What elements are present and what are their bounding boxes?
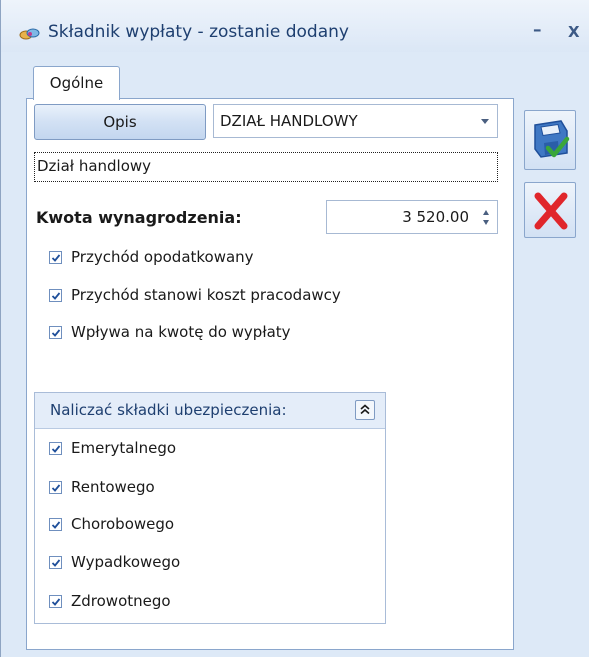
red-x-icon bbox=[534, 192, 568, 230]
amount-input[interactable]: 3 520.00 bbox=[326, 200, 498, 234]
save-disk-check-icon bbox=[534, 120, 570, 158]
close-button[interactable]: X bbox=[568, 23, 580, 41]
checkbox-checked[interactable] bbox=[49, 556, 62, 569]
window-title: Składnik wypłaty - zostanie dodany bbox=[48, 22, 349, 42]
chevron-down-icon[interactable] bbox=[481, 119, 489, 124]
minimize-button[interactable]: – bbox=[533, 20, 542, 40]
checkbox-label: Chorobowego bbox=[71, 515, 175, 533]
insurance-group-header: Naliczać składki ubezpieczenia: bbox=[35, 393, 385, 429]
checkbox-checked[interactable] bbox=[49, 289, 62, 302]
app-icon bbox=[19, 26, 41, 42]
checkbox-checked[interactable] bbox=[49, 442, 62, 455]
checkbox-label: Wypadkowego bbox=[71, 553, 181, 571]
spin-down-icon[interactable] bbox=[483, 220, 489, 225]
checkbox-label: Przychód stanowi koszt pracodawcy bbox=[71, 286, 341, 304]
insurance-group: Naliczać składki ubezpieczenia: bbox=[34, 392, 386, 624]
checkbox-label: Emerytalnego bbox=[71, 439, 177, 457]
amount-label: Kwota wynagrodzenia: bbox=[36, 208, 242, 227]
insurance-group-title: Naliczać składki ubezpieczenia: bbox=[50, 401, 287, 419]
description-input[interactable]: Dział handlowy bbox=[34, 152, 498, 182]
checkbox-label: Zdrowotnego bbox=[71, 592, 171, 610]
title-bar[interactable]: Składnik wypłaty - zostanie dodany – X bbox=[1, 0, 589, 52]
checkbox-checked[interactable] bbox=[49, 595, 62, 608]
amount-value: 3 520.00 bbox=[402, 208, 469, 226]
department-value: DZIAŁ HANDLOWY bbox=[220, 112, 358, 130]
collapse-up-icon[interactable] bbox=[355, 400, 375, 420]
department-select[interactable]: DZIAŁ HANDLOWY bbox=[213, 104, 498, 138]
checkbox-checked[interactable] bbox=[49, 251, 62, 264]
cancel-button[interactable] bbox=[524, 182, 576, 238]
checkbox-checked[interactable] bbox=[49, 518, 62, 531]
checkbox-label: Wpływa na kwotę do wypłaty bbox=[71, 323, 291, 341]
checkbox-checked[interactable] bbox=[49, 481, 62, 494]
checkbox-label: Przychód opodatkowany bbox=[71, 248, 254, 266]
checkbox-label: Rentowego bbox=[71, 478, 155, 496]
save-button[interactable] bbox=[524, 110, 576, 170]
tab-ogolne[interactable]: Ogólne bbox=[33, 66, 120, 100]
checkbox-checked[interactable] bbox=[49, 326, 62, 339]
spin-up-icon[interactable] bbox=[483, 210, 489, 215]
dialog-window: Składnik wypłaty - zostanie dodany – X O… bbox=[0, 0, 589, 657]
opis-button[interactable]: Opis bbox=[34, 104, 206, 140]
